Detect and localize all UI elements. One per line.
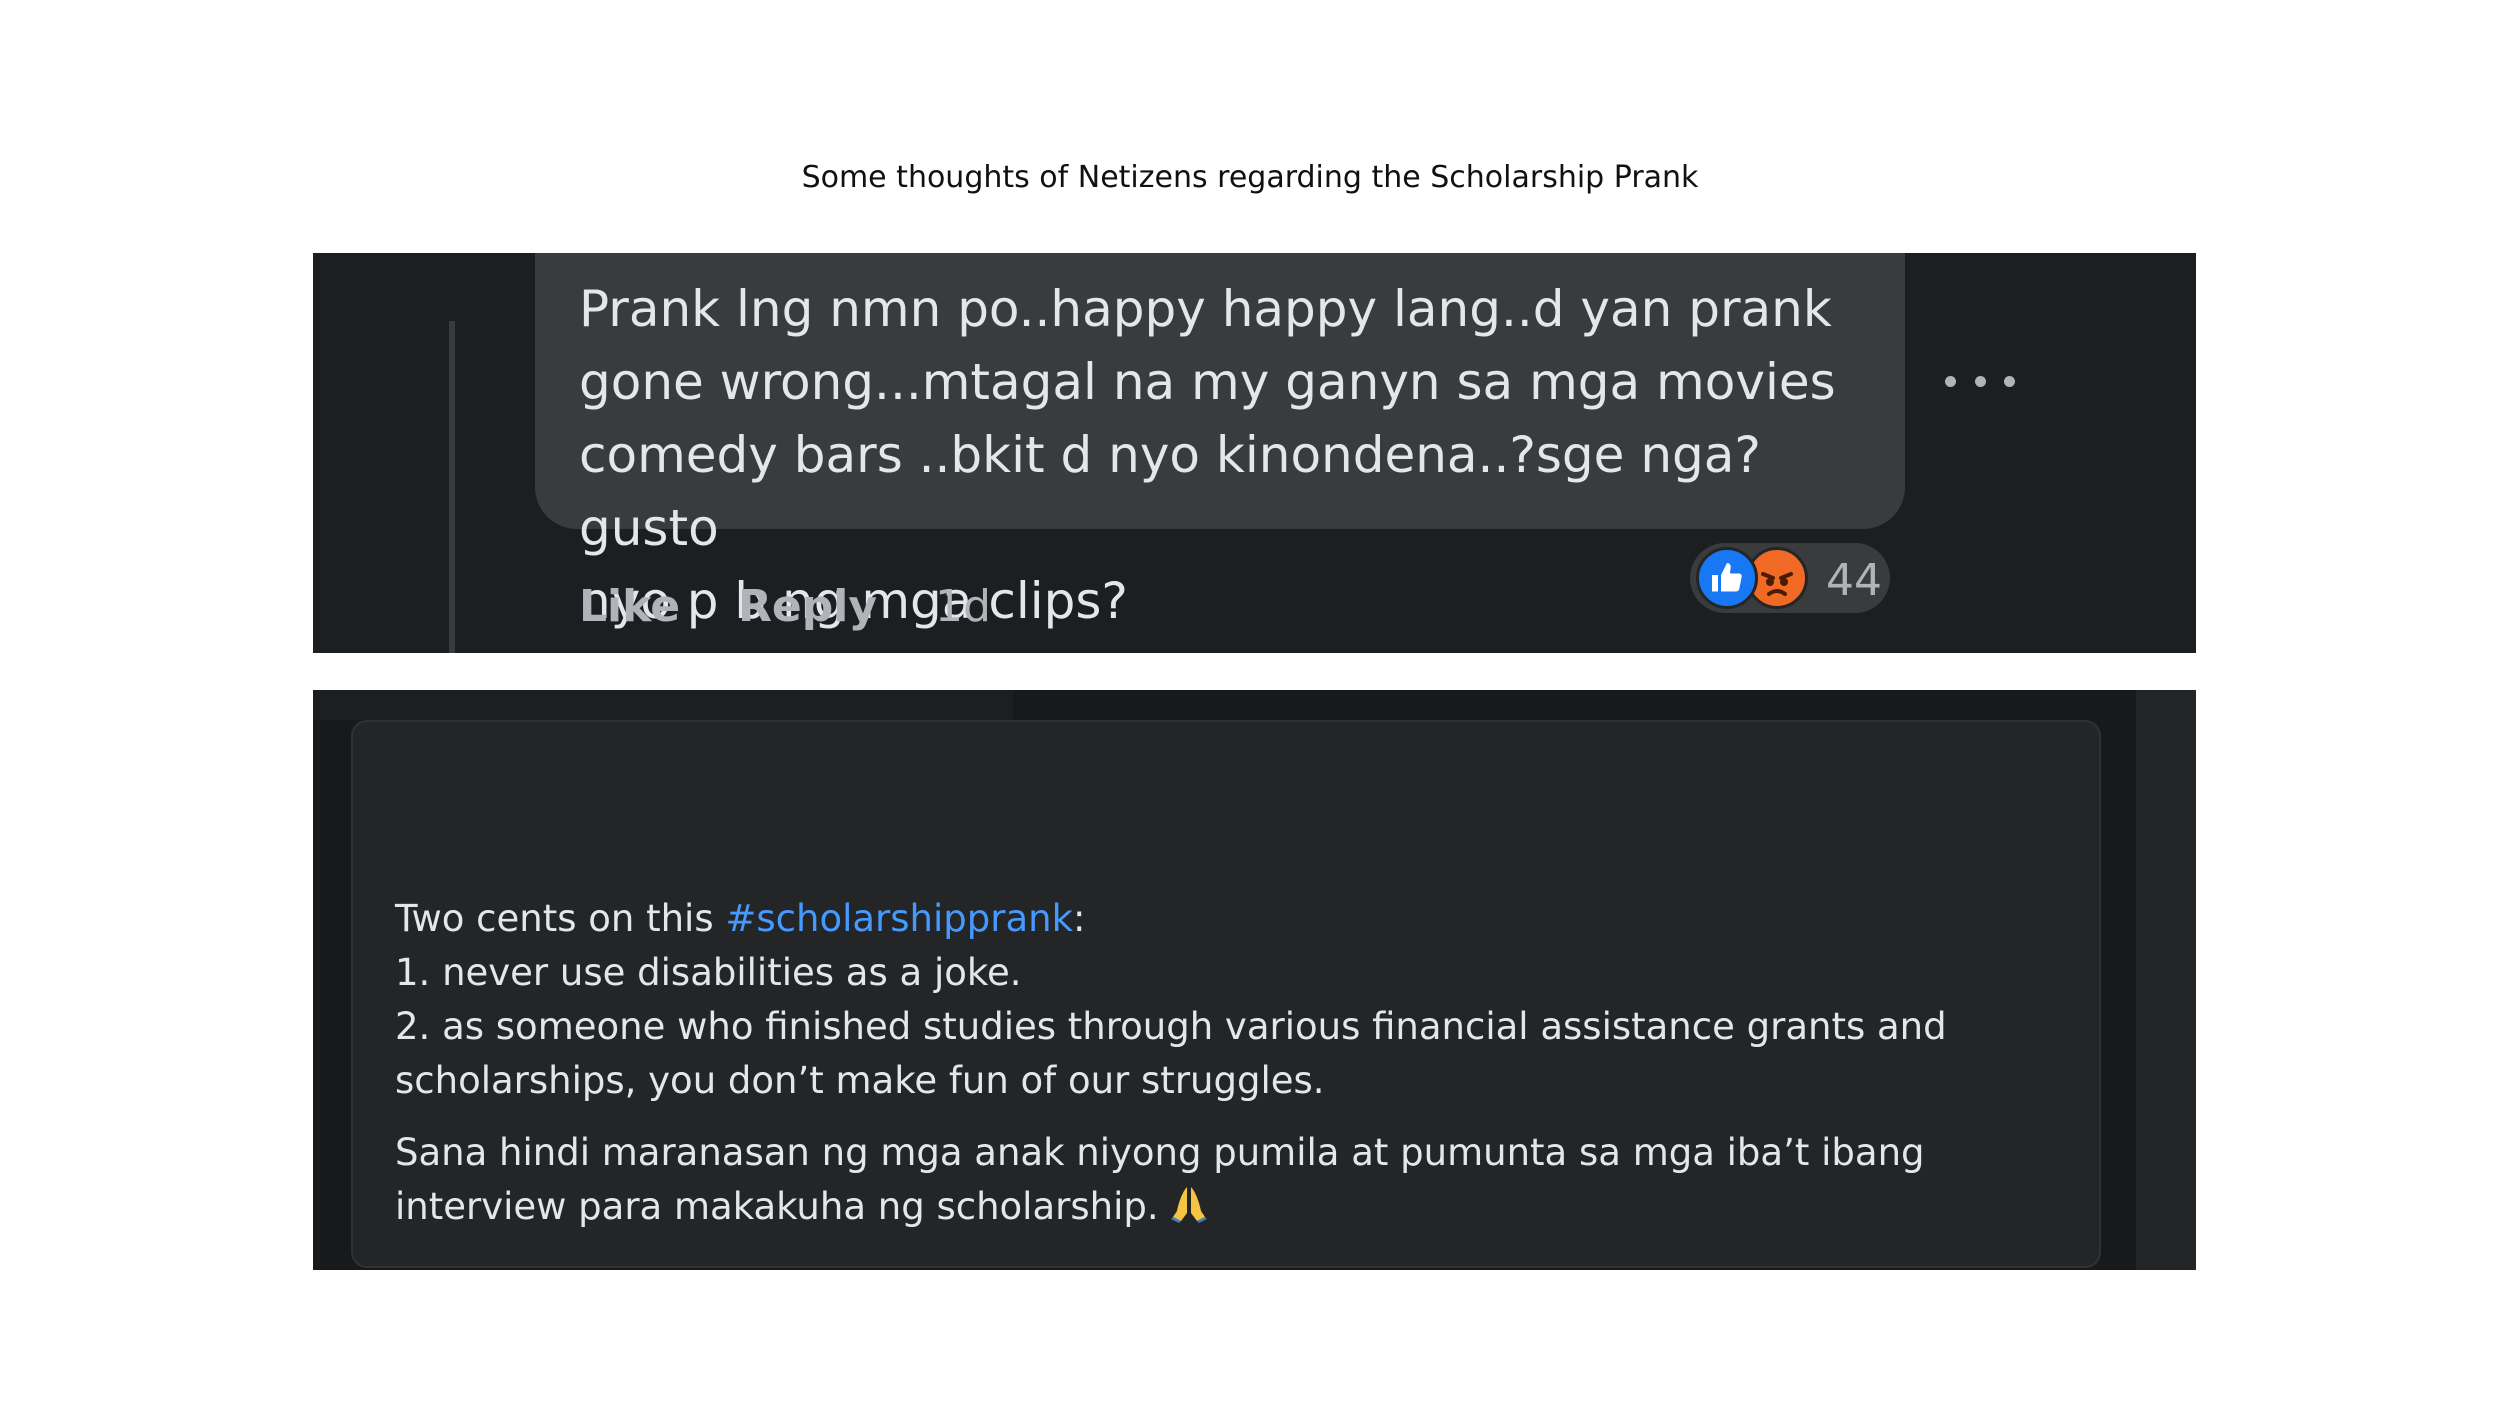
post-line-1: 1. never use disabilities as a joke. bbox=[395, 951, 1022, 994]
scrollbar-track[interactable] bbox=[2136, 690, 2196, 1270]
post-intro: Two cents on this bbox=[395, 897, 726, 940]
cropped-header bbox=[313, 690, 1013, 720]
reaction-summary[interactable]: 44 bbox=[1690, 543, 1890, 613]
post-line-2: 2. as someone who finished studies throu… bbox=[395, 1005, 1947, 1102]
page-caption: Some thoughts of Netizens regarding the … bbox=[801, 160, 1699, 195]
post-screenshot: Two cents on this #scholarshipprank: 1. … bbox=[313, 690, 2196, 1270]
reaction-count: 44 bbox=[1826, 555, 1882, 606]
post-intro-suffix: : bbox=[1073, 897, 1086, 940]
comment-bubble: Prank lng nmn po..happy happy lang..d ya… bbox=[535, 253, 1905, 630]
comment-timestamp[interactable]: 1d bbox=[935, 581, 991, 632]
post-line-3: Sana hindi maranasan ng mga anak niyong … bbox=[395, 1131, 1925, 1228]
comment-screenshot: Prank lng nmn po..happy happy lang..d ya… bbox=[313, 253, 2196, 653]
hashtag-link[interactable]: #scholarshipprank bbox=[725, 897, 1073, 940]
thread-line bbox=[449, 321, 455, 653]
like-button[interactable]: Like bbox=[579, 581, 680, 632]
like-icon bbox=[1696, 547, 1758, 609]
more-horizontal-icon[interactable] bbox=[1945, 361, 2015, 401]
post-line-3-wrap: Sana hindi maranasan ng mga anak niyong … bbox=[395, 1126, 2075, 1240]
reply-button[interactable]: Reply bbox=[738, 581, 877, 632]
folded-hands-icon bbox=[1167, 1181, 1211, 1240]
comment-actions: Like Reply 1d bbox=[579, 581, 991, 632]
post-body: Two cents on this #scholarshipprank: 1. … bbox=[395, 892, 2075, 1240]
post-intro-line: Two cents on this #scholarshipprank: bbox=[395, 892, 2075, 946]
